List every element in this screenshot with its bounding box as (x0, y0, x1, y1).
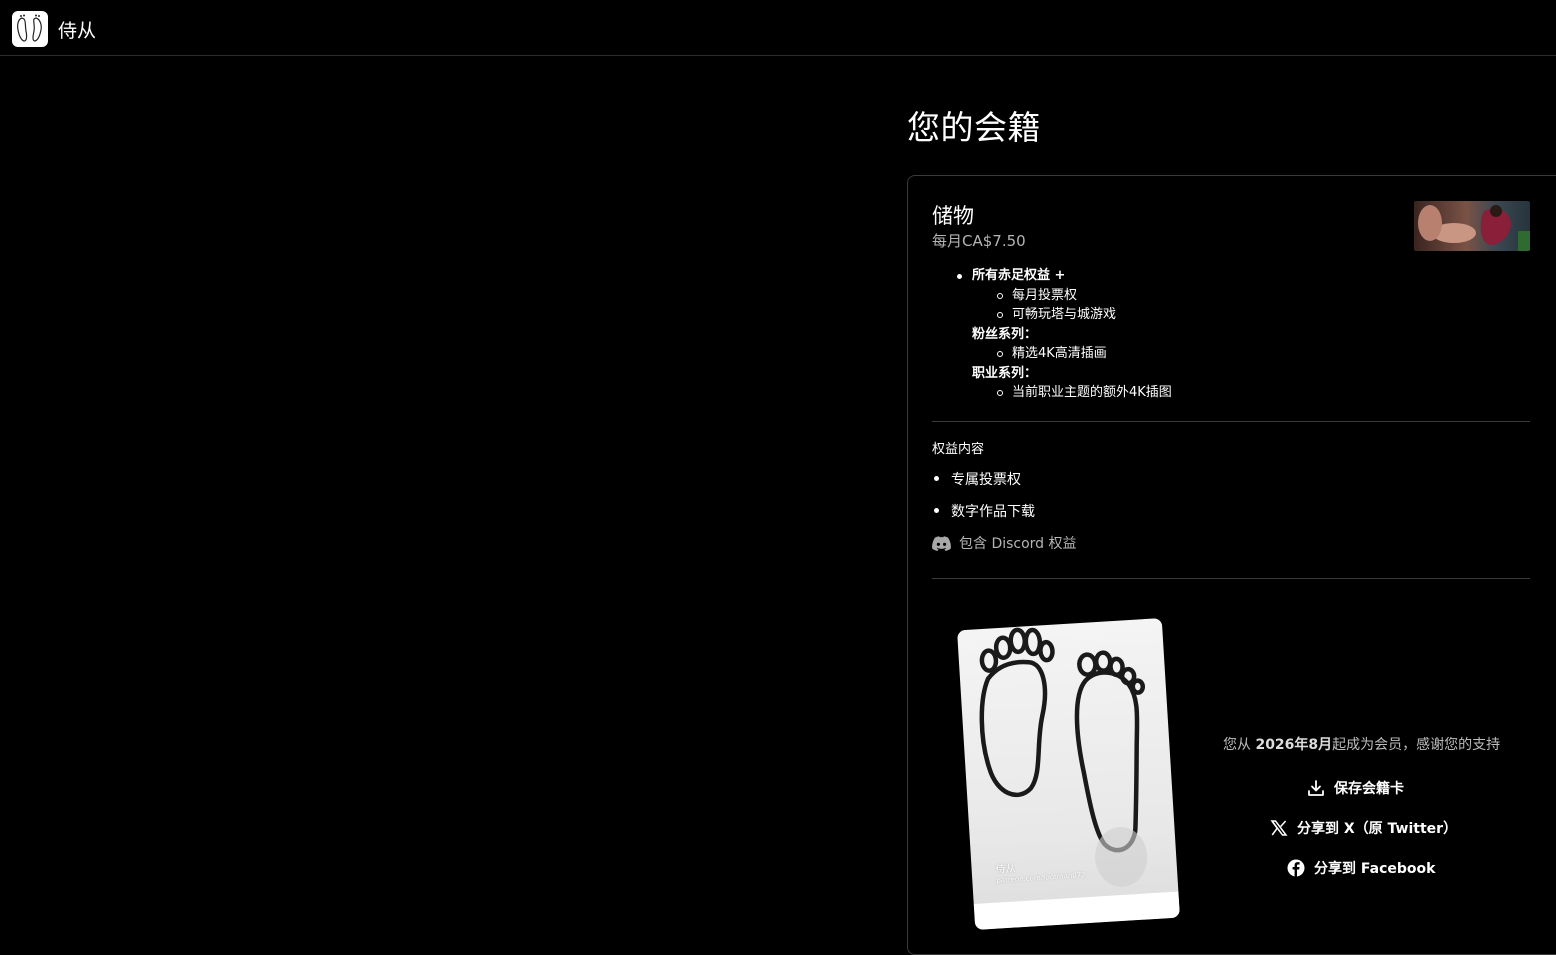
description-headline: 所有赤足权益 + (932, 266, 1172, 286)
description-item: 每月投票权 (932, 286, 1172, 306)
top-bar: 侍从 (0, 0, 1556, 56)
tier-price: 每月CA$7.50 (932, 232, 1026, 250)
feet-icon[interactable] (12, 11, 48, 47)
facebook-icon (1287, 859, 1305, 877)
member-since-text: 您从 2026年8月起成为会员，感谢您的支持 (1223, 734, 1500, 754)
member-card-watermark: 侍从 (995, 863, 1017, 876)
tier-description: 所有赤足权益 + 每月投票权 可畅玩塔与城游戏 粉丝系列： 精选4K高清插画 职… (932, 266, 1172, 403)
x-logo-icon (1270, 819, 1288, 837)
divider (932, 421, 1530, 422)
app-title[interactable]: 侍从 (58, 16, 96, 43)
benefits-title: 权益内容 (932, 442, 985, 457)
member-card-image: 侍从 patreon.com/footman072 (957, 618, 1180, 930)
description-item: 可畅玩塔与城游戏 (932, 305, 1172, 325)
save-card-button[interactable]: 保存会籍卡 (1307, 778, 1404, 798)
tier-name: 储物 (932, 204, 974, 228)
share-x-button[interactable]: 分享到 X（原 Twitter） (1270, 818, 1457, 838)
page-title: 您的会籍 (907, 108, 1041, 147)
member-since-date: 2026年8月 (1255, 737, 1333, 753)
tier-thumbnail-image (1414, 201, 1530, 251)
description-item: 精选4K高清插画 (932, 344, 1172, 364)
download-icon (1307, 779, 1325, 797)
benefit-item: 专属投票权 (934, 469, 1021, 489)
divider (932, 578, 1530, 579)
discord-benefit-label: 包含 Discord 权益 (959, 536, 1077, 552)
benefit-item: 数字作品下载 (934, 501, 1035, 521)
share-x-label: 分享到 X（原 Twitter） (1297, 821, 1458, 837)
member-since-suffix: 起成为会员，感谢您的支持 (1332, 737, 1501, 753)
share-facebook-label: 分享到 Facebook (1314, 861, 1436, 877)
discord-icon (932, 535, 951, 551)
description-item: 当前职业主题的额外4K插图 (932, 383, 1172, 403)
description-section-title: 职业系列： (972, 365, 1038, 381)
share-facebook-button[interactable]: 分享到 Facebook (1287, 858, 1435, 878)
save-card-label: 保存会籍卡 (1334, 781, 1404, 797)
feet-outline-image (979, 627, 1148, 887)
member-since-prefix: 您从 (1223, 737, 1256, 753)
description-section-title: 粉丝系列： (972, 326, 1038, 342)
discord-benefit: 包含 Discord 权益 (932, 532, 1077, 554)
